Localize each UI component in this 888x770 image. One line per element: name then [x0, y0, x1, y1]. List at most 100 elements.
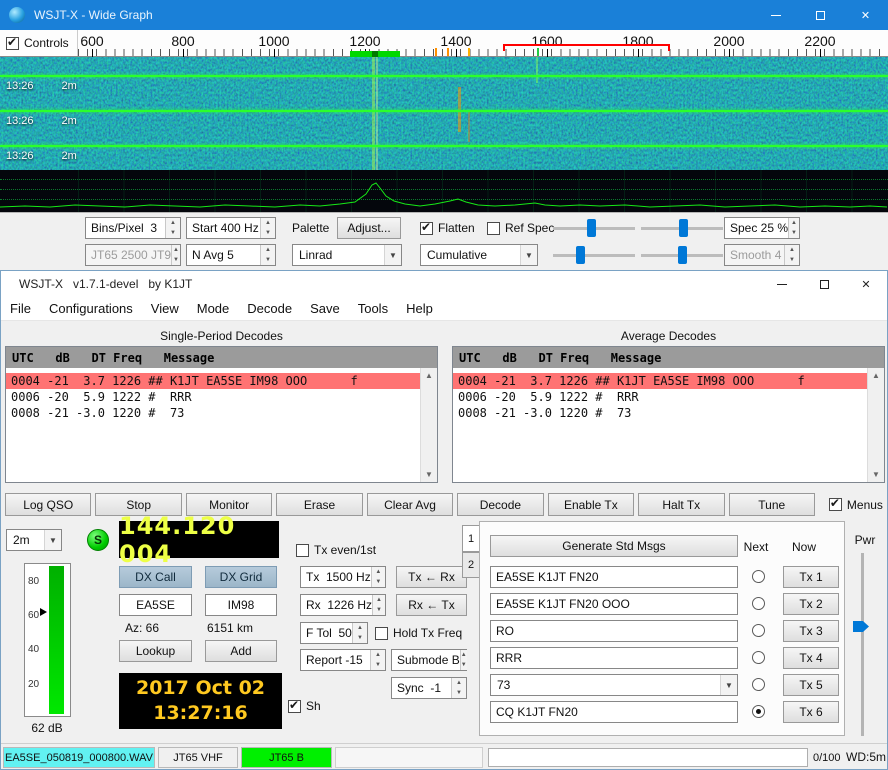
tx-freq-spinner[interactable]: Tx 1500 Hz — [300, 566, 386, 588]
tx2-message-field[interactable]: EA5SE K1JT FN20 OOO — [490, 593, 738, 615]
main-titlebar[interactable]: WSJT-X v1.7.1-devel by K1JT — [1, 271, 887, 297]
decode-row[interactable]: 0006 -20 5.9 1222 # RRR — [453, 389, 867, 405]
maximize-button[interactable] — [803, 271, 845, 297]
waterfall-zero-slider[interactable] — [553, 244, 635, 266]
tx2-now-button[interactable]: Tx 2 — [783, 593, 839, 615]
ref-spec-checkbox[interactable] — [487, 222, 500, 235]
close-button[interactable] — [845, 271, 887, 297]
hold-tx-checkbox[interactable] — [375, 627, 388, 640]
decode-row[interactable]: 0008 -21 -3.0 1220 # 73 — [453, 405, 867, 421]
n-avg-spinner[interactable]: N Avg 5 — [186, 244, 276, 266]
dx-grid-field[interactable]: IM98 — [205, 594, 277, 616]
tx4-now-button[interactable]: Tx 4 — [783, 647, 839, 669]
spin-down-icon[interactable] — [353, 633, 367, 643]
spin-up-icon[interactable] — [353, 623, 367, 633]
dx-grid-button[interactable]: DX Grid — [205, 566, 277, 588]
spin-up-icon[interactable] — [261, 218, 275, 228]
scroll-up-icon[interactable] — [421, 368, 437, 383]
spin-up-icon[interactable] — [261, 245, 275, 255]
sh-checkbox[interactable] — [288, 700, 301, 713]
tx6-next-radio[interactable] — [752, 705, 765, 718]
report-spinner[interactable]: Report -15 — [300, 649, 386, 671]
slider-thumb[interactable] — [576, 246, 585, 264]
tx6-message-field[interactable]: CQ K1JT FN20 — [490, 701, 738, 723]
spin-up-icon[interactable] — [372, 567, 385, 577]
menu-view[interactable]: View — [142, 301, 188, 316]
bins-pixel-spinner[interactable]: Bins/Pixel 3 — [85, 217, 181, 239]
spin-up-icon[interactable] — [452, 678, 466, 688]
spin-down-icon[interactable] — [452, 688, 466, 698]
slider-thumb[interactable] — [679, 219, 688, 237]
tx1-now-button[interactable]: Tx 1 — [783, 566, 839, 588]
rx-from-tx-button[interactable]: Rx ← Tx — [396, 594, 467, 616]
menus-checkbox[interactable] — [829, 498, 842, 511]
chevron-down-icon[interactable] — [720, 675, 737, 695]
slider-thumb[interactable] — [587, 219, 596, 237]
chevron-down-icon[interactable] — [44, 530, 61, 550]
clear-avg-button[interactable]: Clear Avg — [367, 493, 453, 516]
tx-from-rx-button[interactable]: Tx ← Rx — [396, 566, 467, 588]
palette-combo[interactable]: Linrad — [292, 244, 402, 266]
lookup-button[interactable]: Lookup — [119, 640, 192, 662]
minimize-button[interactable] — [753, 0, 798, 30]
wide-graph-titlebar[interactable]: WSJT-X - Wide Graph — [0, 0, 888, 30]
controls-toggle[interactable]: Controls — [0, 30, 78, 56]
menu-file[interactable]: File — [1, 301, 40, 316]
flatten-toggle[interactable]: Flatten — [420, 221, 475, 235]
start-freq-spinner[interactable]: Start 400 Hz — [186, 217, 276, 239]
flatten-checkbox[interactable] — [420, 222, 433, 235]
decode-row[interactable]: 0006 -20 5.9 1222 # RRR — [6, 389, 420, 405]
tx5-now-button[interactable]: Tx 5 — [783, 674, 839, 696]
spin-up-icon[interactable] — [166, 218, 180, 228]
spin-down-icon[interactable] — [373, 605, 385, 615]
rx-freq-spinner[interactable]: Rx 1226 Hz — [300, 594, 386, 616]
decode-row[interactable]: 0004 -21 3.7 1226 ## K1JT EA5SE IM98 OOO… — [6, 373, 420, 389]
spin-up-icon[interactable] — [789, 218, 799, 228]
tab-messages-1[interactable]: 1 — [462, 525, 480, 552]
tx6-now-button[interactable]: Tx 6 — [783, 701, 839, 723]
spec-gain-slider[interactable] — [641, 217, 723, 239]
tune-button[interactable]: Tune — [729, 493, 815, 516]
display-mode-combo[interactable]: Cumulative — [420, 244, 538, 266]
tx3-next-radio[interactable] — [752, 624, 765, 637]
band-select[interactable]: 2m — [6, 529, 62, 551]
tx5-next-radio[interactable] — [752, 678, 765, 691]
log-qso-button[interactable]: Log QSO — [5, 493, 91, 516]
halt-tx-button[interactable]: Halt Tx — [638, 493, 724, 516]
scroll-up-icon[interactable] — [868, 368, 884, 383]
single-decodes-scrollbar[interactable] — [420, 368, 437, 482]
erase-button[interactable]: Erase — [276, 493, 362, 516]
tx2-next-radio[interactable] — [752, 597, 765, 610]
waterfall-display[interactable]: 13:26 2m 13:26 2m 13:26 2m — [0, 57, 888, 170]
tx-even-checkbox[interactable] — [296, 544, 309, 557]
add-button[interactable]: Add — [205, 640, 277, 662]
maximize-button[interactable] — [798, 0, 843, 30]
dx-call-button[interactable]: DX Call — [119, 566, 192, 588]
menu-mode[interactable]: Mode — [188, 301, 239, 316]
spec-zero-slider[interactable] — [641, 244, 723, 266]
sync-spinner[interactable]: Sync -1 — [391, 677, 467, 699]
scroll-down-icon[interactable] — [421, 467, 437, 482]
menus-toggle[interactable]: Menus — [819, 493, 883, 516]
pwr-slider-thumb[interactable] — [853, 621, 869, 632]
slider-thumb[interactable] — [678, 246, 687, 264]
menu-configurations[interactable]: Configurations — [40, 301, 142, 316]
waterfall-gain-slider[interactable] — [553, 217, 635, 239]
decode-button[interactable]: Decode — [457, 493, 543, 516]
tx-even-toggle[interactable]: Tx even/1st — [296, 543, 376, 557]
tx4-message-field[interactable]: RRR — [490, 647, 738, 669]
submode-spinner[interactable]: Submode B — [391, 649, 467, 671]
spin-down-icon[interactable] — [261, 228, 275, 238]
tx3-now-button[interactable]: Tx 3 — [783, 620, 839, 642]
spin-down-icon[interactable] — [461, 660, 467, 670]
tx1-message-field[interactable]: EA5SE K1JT FN20 — [490, 566, 738, 588]
enable-tx-button[interactable]: Enable Tx — [548, 493, 634, 516]
hold-tx-toggle[interactable]: Hold Tx Freq — [375, 626, 462, 640]
spec-percent-spinner[interactable]: Spec 25 % — [724, 217, 800, 239]
frequency-scale[interactable]: Controls 600 800 1000 1200 1400 1600 180… — [0, 30, 888, 57]
controls-checkbox[interactable] — [6, 37, 19, 50]
menu-help[interactable]: Help — [397, 301, 442, 316]
tx3-message-field[interactable]: RO — [490, 620, 738, 642]
sh-toggle[interactable]: Sh — [288, 699, 321, 713]
minimize-button[interactable] — [761, 271, 803, 297]
